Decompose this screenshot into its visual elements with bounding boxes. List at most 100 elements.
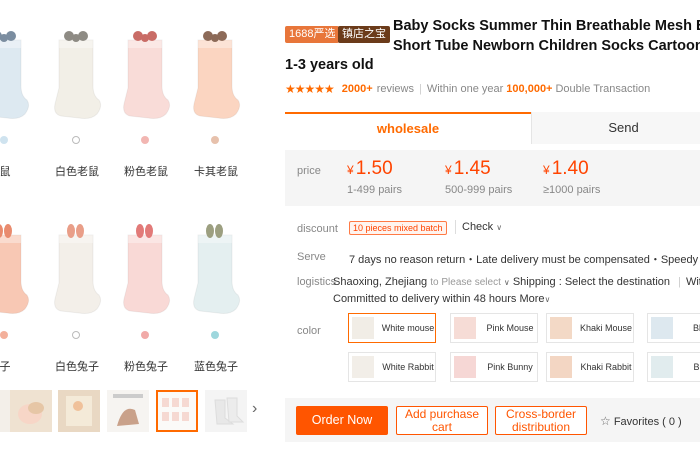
transaction-count: 100,000+ bbox=[506, 83, 553, 95]
color-dot bbox=[141, 331, 149, 339]
color-option[interactable]: Blue M bbox=[647, 313, 700, 343]
variant-name: 鼠 bbox=[0, 166, 11, 178]
next-arrow-icon[interactable]: › bbox=[252, 400, 257, 418]
origin: Shaoxing, Zhejiang bbox=[333, 276, 428, 288]
thumbnail[interactable] bbox=[205, 390, 247, 432]
variant-name: 白色老鼠 bbox=[55, 166, 99, 178]
rating-row: ★★★★★ 2000+ reviews | Within one year 10… bbox=[285, 82, 650, 96]
product-gallery: 鼠 白色老鼠 粉色老鼠 卡其老鼠 子 白色兔子 粉色兔子 蓝色兔子 › bbox=[0, 0, 272, 450]
color-dot bbox=[211, 331, 219, 339]
variant-image[interactable]: 鼠 bbox=[0, 18, 40, 178]
color-option-label: White Rabbit bbox=[382, 362, 434, 372]
color-dot bbox=[0, 331, 8, 339]
sock-image bbox=[0, 221, 33, 317]
color-swatch bbox=[651, 317, 673, 339]
sock-image bbox=[186, 221, 244, 317]
variant-name: 白色兔子 bbox=[55, 361, 99, 373]
within-label: Within 1 bbox=[685, 276, 700, 288]
color-dot bbox=[211, 136, 219, 144]
variant-image[interactable]: 白色老鼠 bbox=[42, 18, 112, 178]
check-discount-link[interactable]: Check ∨ bbox=[462, 221, 502, 233]
variant-name: 蓝色兔子 bbox=[194, 361, 238, 373]
color-option[interactable]: Khaki Mouse bbox=[546, 313, 634, 343]
sock-image bbox=[186, 26, 244, 122]
sock-image bbox=[47, 26, 105, 122]
variant-row-rabbit: 子 白色兔子 粉色兔子 蓝色兔子 bbox=[0, 213, 272, 383]
platform-badge: 1688严选 bbox=[285, 26, 340, 43]
order-now-button[interactable]: Order Now bbox=[296, 406, 388, 435]
logistics-label: logistics bbox=[297, 276, 337, 288]
color-swatch bbox=[550, 356, 572, 378]
tier-quantity: 500-999 pairs bbox=[445, 184, 513, 196]
variant-image[interactable]: 粉色老鼠 bbox=[111, 18, 181, 178]
color-swatch bbox=[454, 356, 476, 378]
color-option[interactable]: Blue R bbox=[647, 352, 700, 382]
discount-tag: 10 pieces mixed batch bbox=[349, 221, 447, 235]
variant-image[interactable]: 子 bbox=[0, 213, 40, 373]
color-option-label: Blue R bbox=[693, 362, 700, 372]
add-to-cart-button[interactable]: Add purchase cart bbox=[396, 406, 488, 435]
thumbnail-selected[interactable] bbox=[156, 390, 198, 432]
variant-row-mouse: 鼠 白色老鼠 粉色老鼠 卡其老鼠 bbox=[0, 18, 272, 188]
commit-text: Committed to delivery within 48 hours bbox=[333, 293, 517, 305]
color-option-label: Khaki Mouse bbox=[579, 323, 633, 333]
thumbnail[interactable] bbox=[58, 390, 100, 432]
tier-quantity: 1-499 pairs bbox=[347, 184, 403, 196]
color-swatch bbox=[651, 356, 673, 378]
currency-symbol: ¥ bbox=[543, 163, 550, 177]
color-dot bbox=[0, 136, 8, 144]
sock-image bbox=[116, 26, 174, 122]
tab-send[interactable]: Send bbox=[531, 112, 700, 144]
price-tier: ¥1.50 1-499 pairs bbox=[347, 158, 402, 196]
color-dot bbox=[72, 331, 80, 339]
color-option-label: Blue M bbox=[692, 323, 700, 333]
tab-wholesale[interactable]: wholesale bbox=[285, 112, 531, 144]
review-count[interactable]: 2000+ bbox=[342, 83, 373, 95]
color-swatch bbox=[352, 356, 374, 378]
color-option[interactable]: Pink Bunny bbox=[450, 352, 538, 382]
sock-image bbox=[47, 221, 105, 317]
separator bbox=[455, 220, 456, 234]
product-title-line2: Short Tube Newborn Children Socks Cartoo… bbox=[393, 38, 700, 54]
color-swatch bbox=[550, 317, 572, 339]
variant-image[interactable]: 白色兔子 bbox=[42, 213, 112, 373]
color-option[interactable]: White Rabbit bbox=[348, 352, 436, 382]
purchase-mode-tabs: wholesale Send bbox=[285, 112, 700, 144]
color-option-label: Pink Bunny bbox=[487, 362, 533, 372]
thumbnail[interactable] bbox=[107, 390, 149, 432]
sock-image bbox=[0, 26, 33, 122]
color-swatch bbox=[352, 317, 374, 339]
price-label: price bbox=[297, 165, 321, 177]
more-link[interactable]: More bbox=[519, 293, 544, 305]
shipping-info: Shipping : Select the destination bbox=[512, 276, 671, 288]
variant-image[interactable]: 粉色兔子 bbox=[111, 213, 181, 373]
variant-image[interactable]: 蓝色兔子 bbox=[181, 213, 251, 373]
color-dot bbox=[141, 136, 149, 144]
chevron-down-icon: ∨ bbox=[544, 295, 551, 304]
sock-image bbox=[116, 221, 174, 317]
variant-name: 卡其老鼠 bbox=[194, 166, 238, 178]
favorites-button[interactable]: ☆ Favorites ( 0 ) bbox=[600, 414, 682, 428]
color-option[interactable]: Khaki Rabbit bbox=[546, 352, 634, 382]
color-option[interactable]: Pink Mouse bbox=[450, 313, 538, 343]
price-tier: ¥1.45 500-999 pairs bbox=[445, 158, 512, 196]
color-option[interactable]: White mouse bbox=[348, 313, 436, 343]
price-tiers: price ¥1.50 1-499 pairs ¥1.45 500-999 pa… bbox=[285, 150, 700, 206]
cross-border-distribution-button[interactable]: Cross-border distribution bbox=[495, 406, 587, 435]
tier-price: 1.40 bbox=[551, 158, 589, 179]
chevron-down-icon: ∨ bbox=[503, 278, 510, 287]
destination-select[interactable]: to Please select bbox=[430, 277, 501, 288]
price-tier: ¥1.40 ≥1000 pairs bbox=[543, 158, 600, 196]
check-label: Check bbox=[462, 221, 494, 233]
chevron-down-icon: ∨ bbox=[496, 223, 503, 232]
thumbnail[interactable] bbox=[10, 390, 52, 432]
color-label: color bbox=[297, 325, 321, 337]
product-info-panel: 1688严选 镇店之宝 Baby Socks Summer Thin Breat… bbox=[285, 0, 700, 450]
variant-image[interactable]: 卡其老鼠 bbox=[181, 18, 251, 178]
tier-quantity: ≥1000 pairs bbox=[543, 184, 601, 196]
color-swatch bbox=[454, 317, 476, 339]
discount-label: discount bbox=[297, 223, 338, 235]
delivery-commitment: Committed to delivery within 48 hours Mo… bbox=[333, 293, 550, 305]
product-title-line1: Baby Socks Summer Thin Breathable Mesh B… bbox=[393, 18, 700, 34]
star-outline-icon: ☆ bbox=[600, 414, 611, 428]
